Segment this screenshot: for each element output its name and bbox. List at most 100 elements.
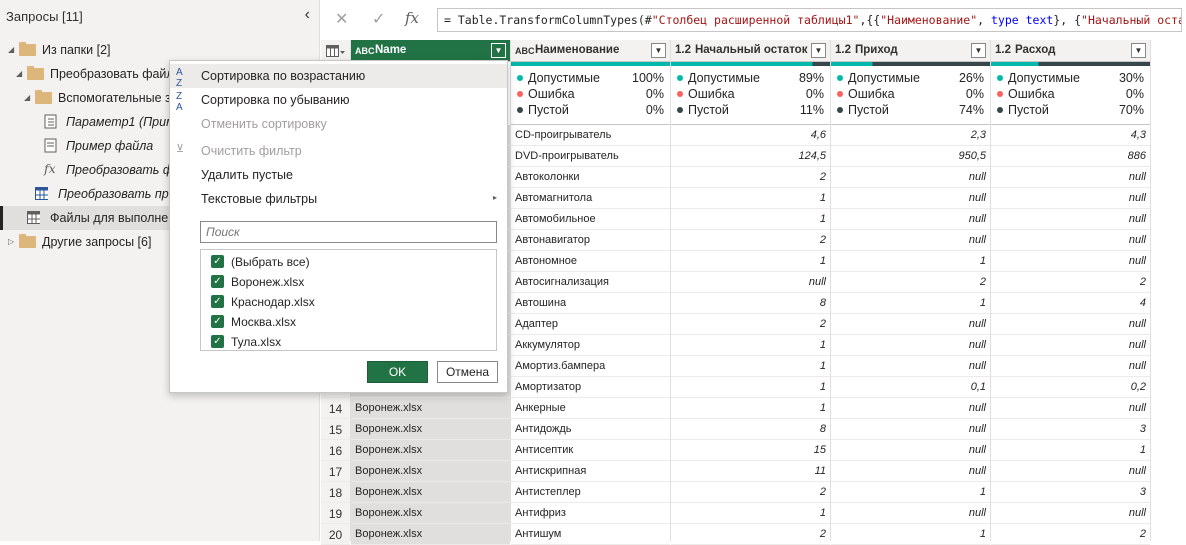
table-cell[interactable]: 8	[671, 419, 830, 440]
table-cell[interactable]: null	[991, 230, 1150, 251]
table-cell[interactable]: null	[991, 167, 1150, 188]
table-cell[interactable]: null	[831, 188, 990, 209]
checkbox-checked-icon[interactable]: ✓	[211, 315, 224, 328]
table-cell[interactable]: null	[991, 461, 1150, 482]
checkbox-checked-icon[interactable]: ✓	[211, 335, 224, 348]
table-cell[interactable]: 1	[671, 251, 830, 272]
table-cell[interactable]: 2	[831, 272, 990, 293]
table-cell[interactable]: null	[831, 419, 990, 440]
filter-dropdown-icon[interactable]: ▼	[1131, 43, 1146, 58]
text-filters-item[interactable]: Текстовые фильтры ▸	[170, 187, 507, 211]
table-cell[interactable]: null	[991, 251, 1150, 272]
decimal-type-icon[interactable]: 1.2	[675, 44, 691, 56]
table-cell[interactable]: 14	[321, 398, 350, 419]
expand-triangle-icon[interactable]: ◢	[8, 45, 14, 54]
table-menu-button[interactable]	[321, 40, 350, 62]
table-cell[interactable]: 2	[671, 482, 830, 503]
tree-group-from-folder[interactable]: ◢ Из папки [2]	[0, 38, 319, 62]
table-cell[interactable]: 1	[671, 335, 830, 356]
table-cell[interactable]: Воронеж.xlsx	[351, 503, 510, 524]
table-cell[interactable]: 16	[321, 440, 350, 461]
filter-option[interactable]: ✓ Тула.xlsx	[209, 332, 489, 350]
table-cell[interactable]: 17	[321, 461, 350, 482]
table-cell[interactable]: Воронеж.xlsx	[351, 482, 510, 503]
table-cell[interactable]: null	[831, 461, 990, 482]
filter-option[interactable]: ✓ Москва.xlsx	[209, 312, 489, 332]
table-cell[interactable]: Автомагнитола	[511, 188, 670, 209]
filter-dropdown-icon[interactable]: ▼	[811, 43, 826, 58]
table-cell[interactable]: 2,3	[831, 125, 990, 146]
table-cell[interactable]: null	[831, 503, 990, 524]
column-header-item[interactable]: ABC Наименование ▼	[511, 40, 670, 62]
table-cell[interactable]: Антистеплер	[511, 482, 670, 503]
table-cell[interactable]: 1	[991, 440, 1150, 461]
text-type-icon[interactable]: ABC	[515, 46, 535, 56]
table-cell[interactable]: 4,3	[991, 125, 1150, 146]
sort-descending-item[interactable]: ZA Сортировка по убыванию	[170, 88, 507, 113]
table-cell[interactable]: Антишум	[511, 524, 670, 545]
undo-sort-item[interactable]: Отменить сортировку	[170, 112, 507, 136]
table-cell[interactable]: Воронеж.xlsx	[351, 524, 510, 545]
table-cell[interactable]: 15	[671, 440, 830, 461]
decimal-type-icon[interactable]: 1.2	[995, 44, 1011, 56]
table-cell[interactable]: CD-проигрыватель	[511, 125, 670, 146]
formula-input[interactable]: = Table.TransformColumnTypes(#"Столбец р…	[437, 8, 1182, 32]
expand-triangle-icon[interactable]: ◢	[16, 69, 22, 78]
column-header-name[interactable]: ABC Name ▼	[351, 40, 510, 62]
table-cell[interactable]: Антискрипная	[511, 461, 670, 482]
table-cell[interactable]: 2	[991, 272, 1150, 293]
table-cell[interactable]: null	[831, 440, 990, 461]
table-cell[interactable]: 886	[991, 146, 1150, 167]
table-cell[interactable]: 3	[991, 482, 1150, 503]
table-cell[interactable]: 2	[671, 524, 830, 545]
filter-dropdown-icon[interactable]: ▼	[971, 43, 986, 58]
sort-ascending-item[interactable]: AZ Сортировка по возрастанию	[170, 64, 507, 89]
column-header-expense[interactable]: 1.2 Расход ▼	[991, 40, 1150, 62]
table-cell[interactable]: Воронеж.xlsx	[351, 461, 510, 482]
table-cell[interactable]: 950,5	[831, 146, 990, 167]
table-cell[interactable]: 1	[671, 503, 830, 524]
table-cell[interactable]: null	[831, 209, 990, 230]
table-cell[interactable]: 0,1	[831, 377, 990, 398]
table-cell[interactable]: 19	[321, 503, 350, 524]
table-cell[interactable]: 8	[671, 293, 830, 314]
table-cell[interactable]: null	[831, 335, 990, 356]
table-cell[interactable]: null	[991, 398, 1150, 419]
checkbox-checked-icon[interactable]: ✓	[211, 275, 224, 288]
checkbox-checked-icon[interactable]: ✓	[211, 255, 224, 268]
filter-option[interactable]: ✓ Воронеж.xlsx	[209, 272, 489, 292]
table-cell[interactable]: Автономное	[511, 251, 670, 272]
table-cell[interactable]: Автосигнализация	[511, 272, 670, 293]
collapse-triangle-icon[interactable]: ▷	[8, 237, 14, 246]
table-cell[interactable]: Антисептик	[511, 440, 670, 461]
table-cell[interactable]: 1	[671, 356, 830, 377]
table-cell[interactable]: null	[831, 230, 990, 251]
table-cell[interactable]: 1	[831, 251, 990, 272]
cancel-button[interactable]: Отмена	[437, 361, 498, 383]
checkbox-checked-icon[interactable]: ✓	[211, 295, 224, 308]
column-header-start-balance[interactable]: 1.2 Начальный остаток ▼	[671, 40, 830, 62]
table-cell[interactable]: Автонавигатор	[511, 230, 670, 251]
table-cell[interactable]: null	[991, 335, 1150, 356]
table-cell[interactable]: 124,5	[671, 146, 830, 167]
table-cell[interactable]: 3	[991, 419, 1150, 440]
filter-option[interactable]: ✓ Краснодар.xlsx	[209, 292, 489, 312]
table-cell[interactable]: 18	[321, 482, 350, 503]
table-cell[interactable]: null	[991, 209, 1150, 230]
table-cell[interactable]: 1	[671, 377, 830, 398]
table-cell[interactable]: Амортизатор	[511, 377, 670, 398]
table-cell[interactable]: 4	[991, 293, 1150, 314]
table-cell[interactable]: 1	[671, 188, 830, 209]
table-cell[interactable]: 15	[321, 419, 350, 440]
table-cell[interactable]: 1	[831, 524, 990, 545]
table-cell[interactable]: 20	[321, 524, 350, 545]
ok-button[interactable]: OK	[367, 361, 428, 383]
table-cell[interactable]: null	[831, 398, 990, 419]
table-cell[interactable]: null	[831, 314, 990, 335]
filter-dropdown-icon[interactable]: ▼	[651, 43, 666, 58]
table-cell[interactable]: 2	[671, 314, 830, 335]
table-cell[interactable]: Воронеж.xlsx	[351, 398, 510, 419]
table-cell[interactable]: DVD-проигрыватель	[511, 146, 670, 167]
table-cell[interactable]: Антифриз	[511, 503, 670, 524]
table-cell[interactable]: null	[831, 356, 990, 377]
